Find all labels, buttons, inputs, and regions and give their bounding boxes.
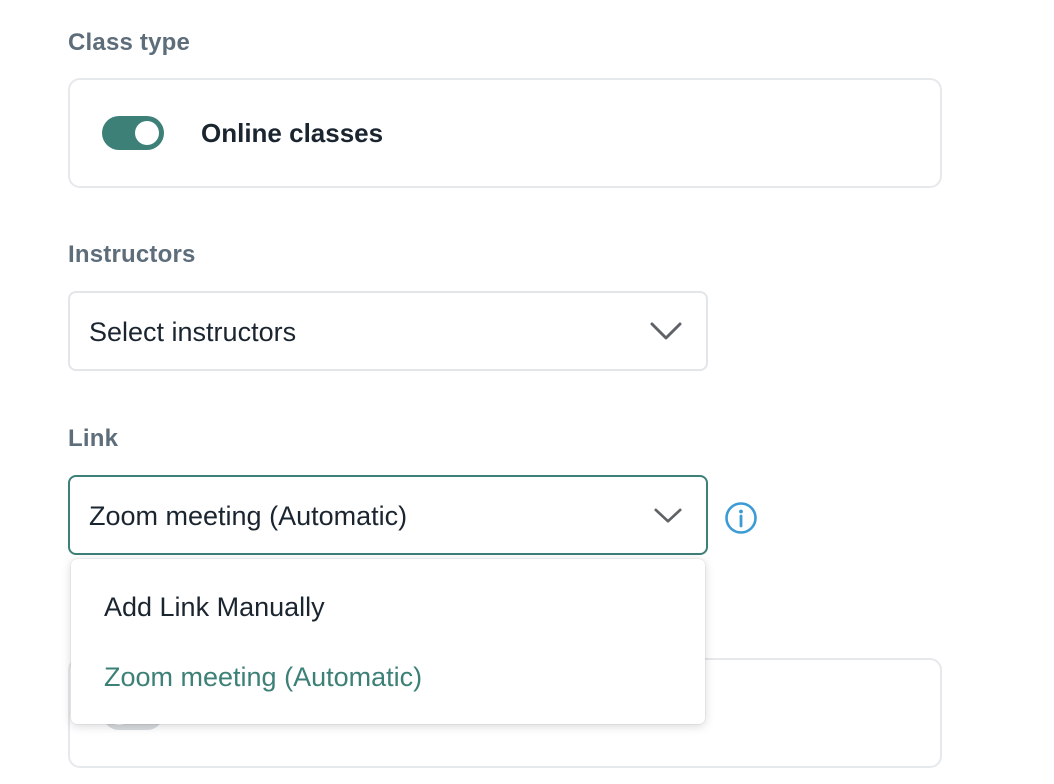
online-classes-label: Online classes xyxy=(201,118,384,148)
toggle-knob xyxy=(135,121,159,145)
link-label: Link xyxy=(68,425,119,452)
link-select[interactable]: Zoom meeting (Automatic) xyxy=(68,475,708,555)
instructors-select-value: Select instructors xyxy=(89,317,297,347)
dropdown-option-zoom-meeting[interactable]: Zoom meeting (Automatic) xyxy=(104,662,422,693)
chevron-down-icon xyxy=(650,322,682,340)
class-type-label: Class type xyxy=(68,29,191,56)
instructors-label: Instructors xyxy=(68,241,196,268)
link-dropdown-menu: Add Link Manually Zoom meeting (Automati… xyxy=(71,559,705,724)
online-classes-card: Online classes xyxy=(68,78,942,188)
online-classes-toggle[interactable] xyxy=(102,116,164,150)
dropdown-option-add-link-manually[interactable]: Add Link Manually xyxy=(104,592,325,623)
instructors-select[interactable]: Select instructors xyxy=(68,291,708,371)
info-icon[interactable] xyxy=(724,501,758,535)
link-select-value: Zoom meeting (Automatic) xyxy=(89,501,408,531)
chevron-down-icon xyxy=(654,508,682,523)
class-settings-form: Class type Online classes Instructors Se… xyxy=(0,0,1054,784)
